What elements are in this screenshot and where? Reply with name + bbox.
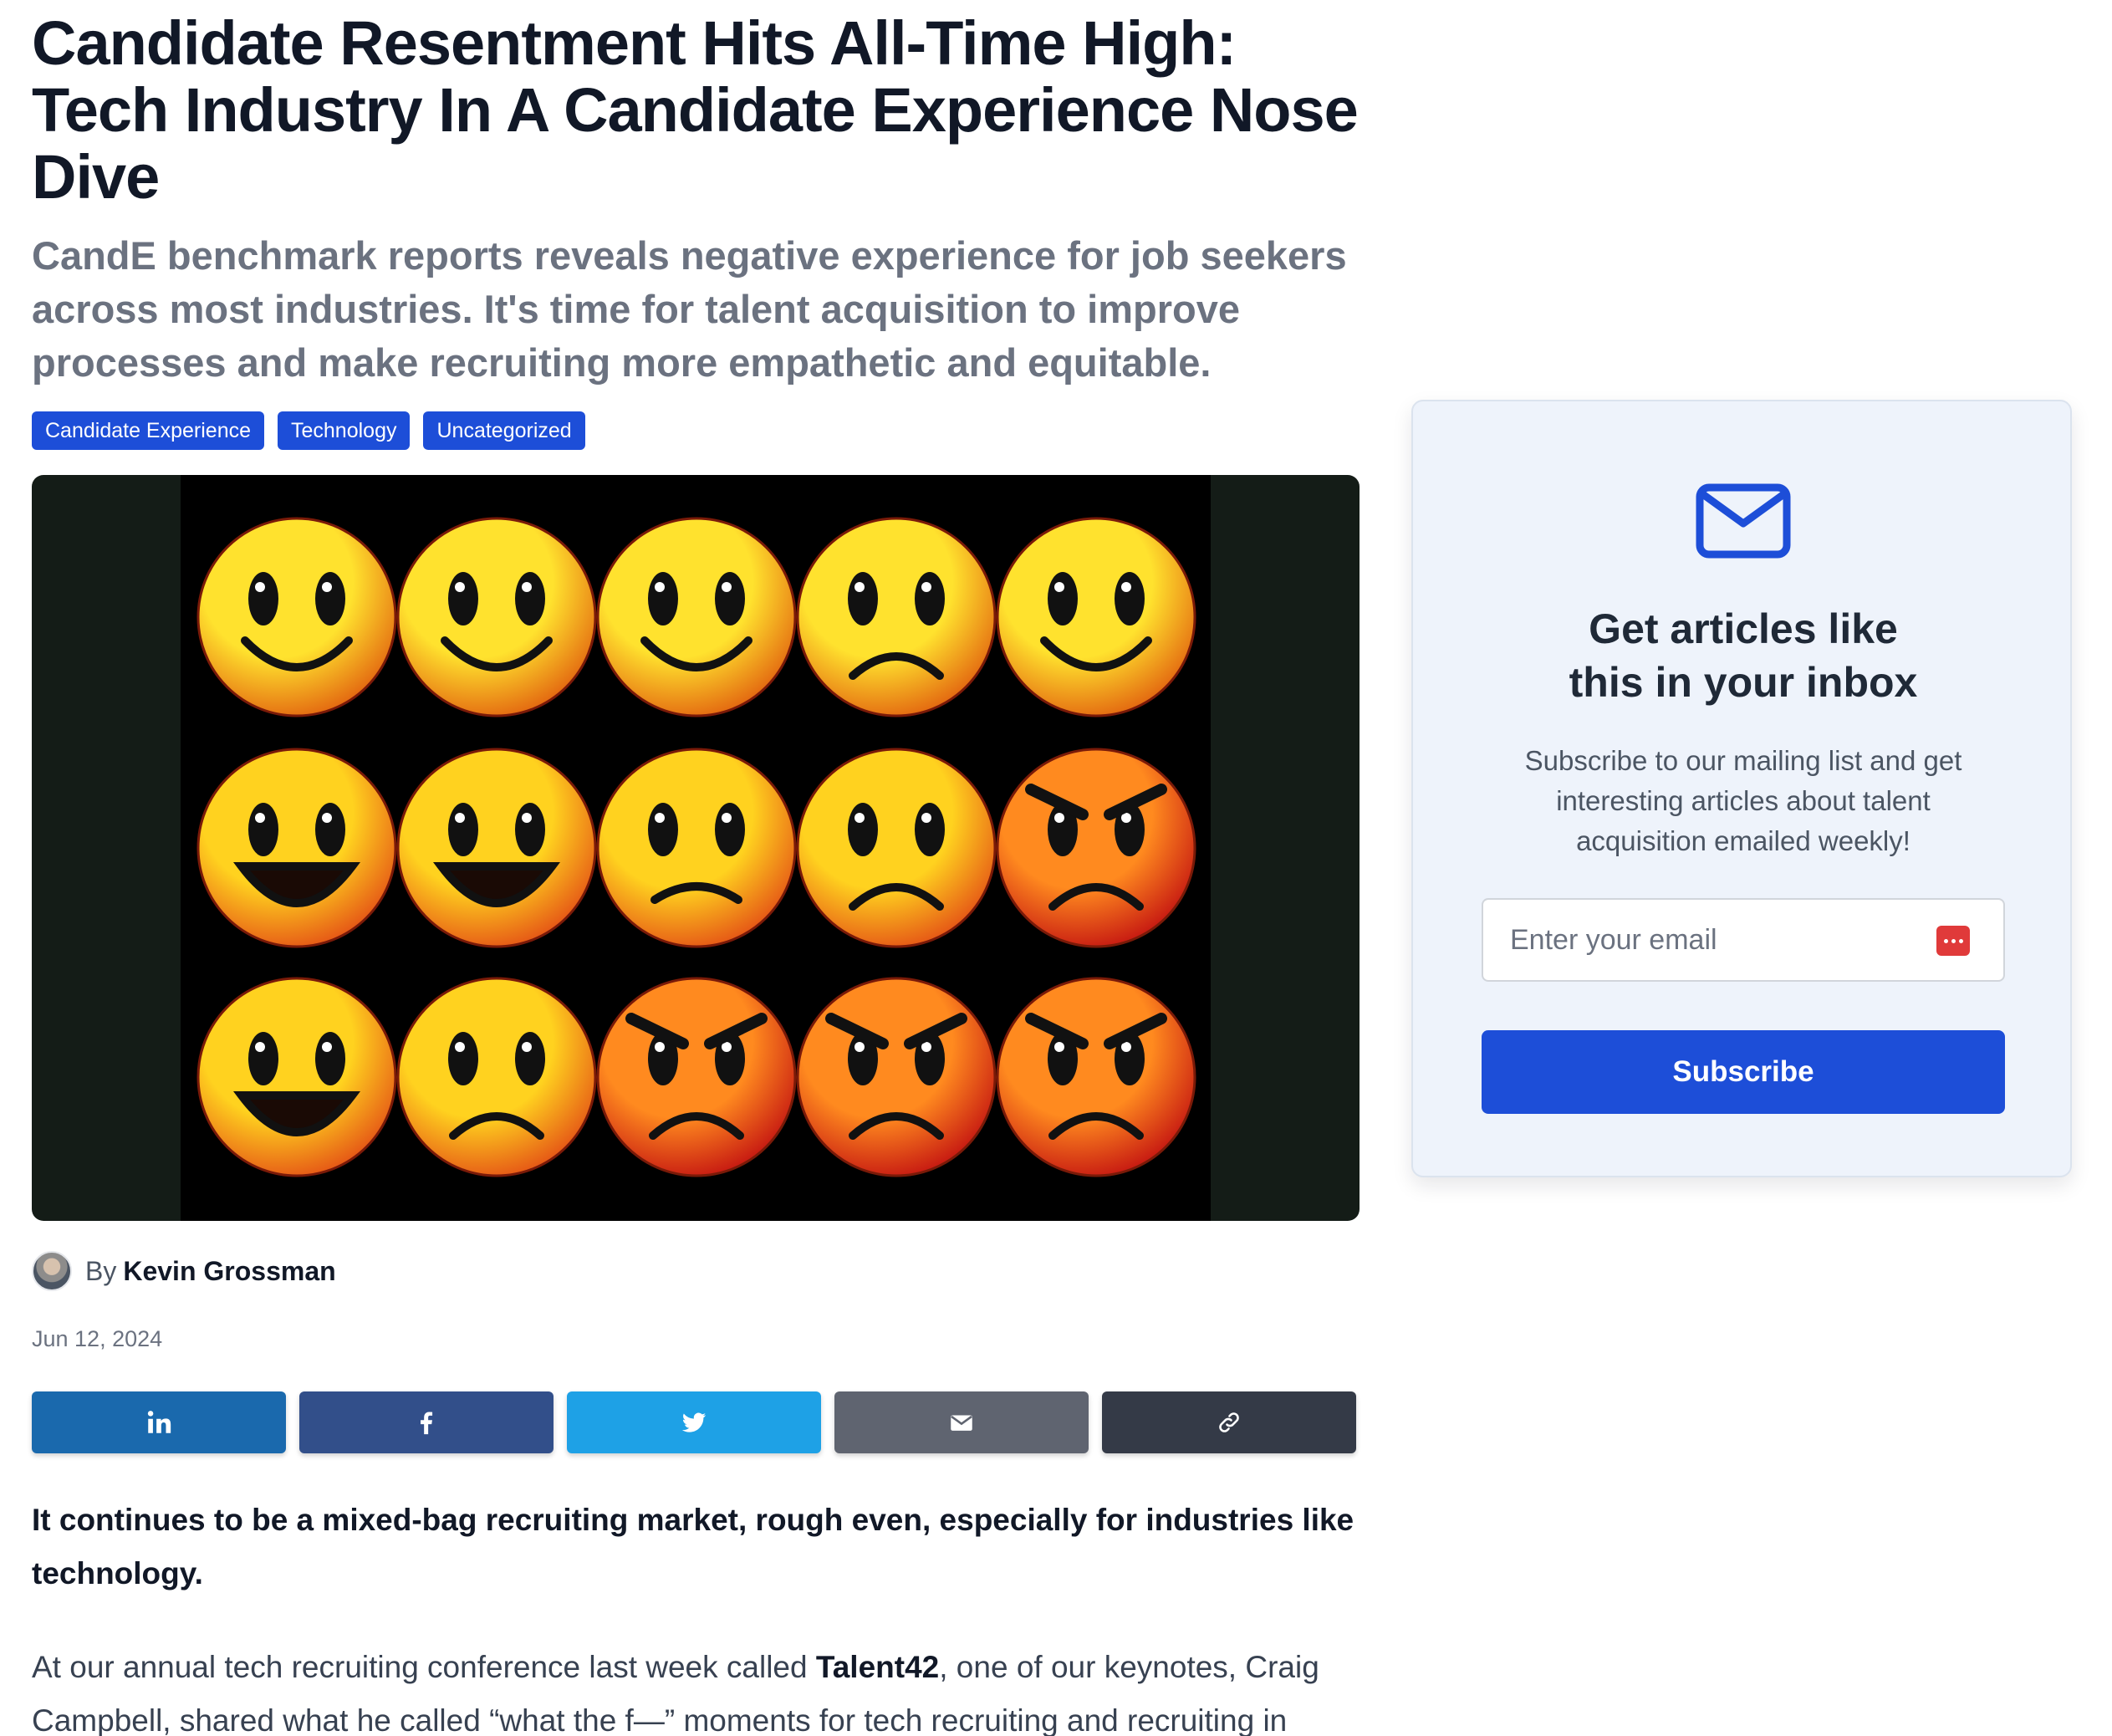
subscribe-button[interactable]: Subscribe xyxy=(1482,1030,2005,1114)
share-linkedin-button[interactable] xyxy=(32,1391,286,1453)
emoji-face xyxy=(796,748,997,948)
emoji-face xyxy=(796,517,997,717)
emoji-face xyxy=(596,748,797,948)
newsletter-heading: Get articles like this in your inbox xyxy=(1413,602,2074,709)
email-input[interactable] xyxy=(1483,900,1935,980)
share-email-button[interactable] xyxy=(834,1391,1089,1453)
article-lead: It continues to be a mixed-bag recruitin… xyxy=(32,1503,1354,1590)
password-manager-icon[interactable] xyxy=(1936,926,1970,956)
twitter-icon xyxy=(681,1412,707,1432)
article-title: Candidate Resentment Hits All-Time High:… xyxy=(32,8,1359,212)
emoji-face xyxy=(396,977,597,1177)
emoji-face xyxy=(996,748,1196,948)
emoji-face xyxy=(596,517,797,717)
tag-candidate-experience[interactable]: Candidate Experience xyxy=(32,411,264,450)
facebook-icon xyxy=(421,1412,433,1435)
author-avatar xyxy=(32,1251,72,1291)
hero-image xyxy=(32,475,1360,1221)
envelope-icon xyxy=(1696,483,1791,559)
tag-list: Candidate Experience Technology Uncatego… xyxy=(32,411,1360,450)
share-facebook-button[interactable] xyxy=(299,1391,554,1453)
author-link[interactable]: Kevin Grossman xyxy=(123,1256,335,1287)
share-bar xyxy=(32,1391,1360,1453)
emoji-grid xyxy=(196,517,1196,1177)
emoji-face xyxy=(796,977,997,1177)
newsletter-description: Subscribe to our mailing list and get in… xyxy=(1524,745,1962,856)
article-paragraph: At our annual tech recruiting conference… xyxy=(32,1641,1360,1736)
share-copy-link-button[interactable] xyxy=(1102,1391,1356,1453)
emoji-face xyxy=(996,977,1196,1177)
link-icon xyxy=(1219,1412,1239,1432)
tag-technology[interactable]: Technology xyxy=(278,411,411,450)
article: Candidate Resentment Hits All-Time High:… xyxy=(32,0,1360,1736)
emoji-face xyxy=(196,977,397,1177)
tag-uncategorized[interactable]: Uncategorized xyxy=(423,411,585,450)
emoji-face xyxy=(396,517,597,717)
email-field xyxy=(1482,898,2005,982)
emoji-face xyxy=(396,748,597,948)
hero-image-canvas xyxy=(181,475,1211,1221)
email-icon xyxy=(951,1415,972,1431)
byline-prefix: By xyxy=(85,1255,117,1286)
talent42-link[interactable]: Talent42 xyxy=(816,1650,939,1684)
newsletter-signup-card: Get articles like this in your inbox Sub… xyxy=(1411,400,2072,1177)
emoji-face xyxy=(596,977,797,1177)
page: Candidate Resentment Hits All-Time High:… xyxy=(0,0,2112,1736)
emoji-face xyxy=(996,517,1196,717)
article-subtitle: CandE benchmark reports reveals negative… xyxy=(32,233,1347,385)
emoji-face xyxy=(196,748,397,948)
byline: By Kevin Grossman xyxy=(32,1251,1360,1291)
linkedin-icon xyxy=(147,1411,171,1433)
paragraph-text-start: At our annual tech recruiting conference… xyxy=(32,1650,816,1684)
share-twitter-button[interactable] xyxy=(567,1391,821,1453)
publish-date: Jun 12, 2024 xyxy=(32,1326,163,1351)
emoji-face xyxy=(196,517,397,717)
newsletter-heading-text: Get articles like this in your inbox xyxy=(1569,605,1918,706)
